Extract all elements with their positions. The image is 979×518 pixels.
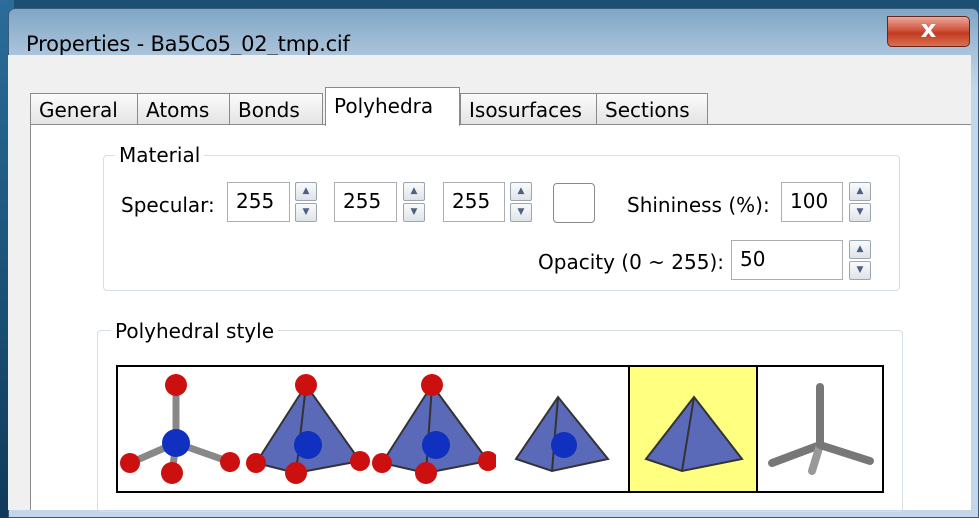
- specular-r-spinner[interactable]: ▲ ▼: [295, 182, 317, 222]
- tab-general[interactable]: General: [30, 93, 138, 125]
- wireframe-stick-icon: [768, 383, 874, 475]
- close-icon: x: [920, 15, 937, 43]
- tab-isosurfaces[interactable]: Isosurfaces: [460, 93, 597, 125]
- tab-bonds[interactable]: Bonds: [229, 93, 323, 125]
- style-polyhedron-atoms-bonds[interactable]: [244, 367, 370, 491]
- material-group-label: Material: [115, 143, 205, 167]
- polyhedron-with-atoms-icon: [372, 374, 498, 484]
- spin-up-icon[interactable]: ▲: [849, 240, 871, 259]
- opacity-spinner[interactable]: ▲ ▼: [849, 240, 871, 280]
- spin-down-icon[interactable]: ▼: [403, 203, 425, 222]
- tab-polyhedra[interactable]: Polyhedra: [325, 87, 460, 126]
- opacity-field[interactable]: 50: [731, 240, 843, 280]
- spin-up-icon[interactable]: ▲: [295, 182, 317, 201]
- specular-color-swatch[interactable]: [553, 183, 595, 223]
- window-title: Properties - Ba5Co5_02_tmp.cif: [26, 32, 350, 56]
- spin-down-icon[interactable]: ▼: [510, 203, 532, 222]
- specular-g-field[interactable]: 255: [334, 182, 397, 222]
- spin-down-icon[interactable]: ▼: [295, 203, 317, 222]
- style-polyhedron-only[interactable]: [630, 367, 756, 491]
- style-polyhedron-atoms[interactable]: [370, 367, 498, 491]
- shininess-field[interactable]: 100: [781, 182, 843, 222]
- spin-down-icon[interactable]: ▼: [849, 261, 871, 280]
- spin-up-icon[interactable]: ▲: [849, 182, 871, 201]
- opacity-label: Opacity (0 ~ 255):: [538, 250, 724, 274]
- tab-sections[interactable]: Sections: [596, 93, 708, 125]
- style-wireframe[interactable]: [758, 367, 882, 491]
- shininess-spinner[interactable]: ▲ ▼: [849, 182, 871, 222]
- tab-atoms[interactable]: Atoms: [137, 93, 230, 125]
- spin-down-icon[interactable]: ▼: [849, 203, 871, 222]
- polyhedron-with-atoms-bonds-icon: [246, 374, 370, 484]
- spin-up-icon[interactable]: ▲: [403, 182, 425, 201]
- style-selector: [116, 365, 884, 493]
- specular-b-spinner[interactable]: ▲ ▼: [510, 182, 532, 222]
- ball-and-stick-icon: [120, 374, 240, 484]
- polyhedron-only-icon: [644, 395, 744, 473]
- polyhedron-with-center-icon: [514, 395, 610, 473]
- specular-g-spinner[interactable]: ▲ ▼: [403, 182, 425, 222]
- style-ball-and-stick[interactable]: [118, 367, 244, 491]
- specular-b-field[interactable]: 255: [443, 182, 505, 222]
- specular-r-field[interactable]: 255: [227, 182, 290, 222]
- shininess-label: Shininess (%):: [627, 193, 770, 217]
- spin-up-icon[interactable]: ▲: [510, 182, 532, 201]
- style-polyhedron-center[interactable]: [496, 367, 628, 491]
- specular-label: Specular:: [121, 193, 215, 217]
- polyhedral-style-label: Polyhedral style: [111, 319, 279, 343]
- close-button[interactable]: x: [887, 15, 970, 47]
